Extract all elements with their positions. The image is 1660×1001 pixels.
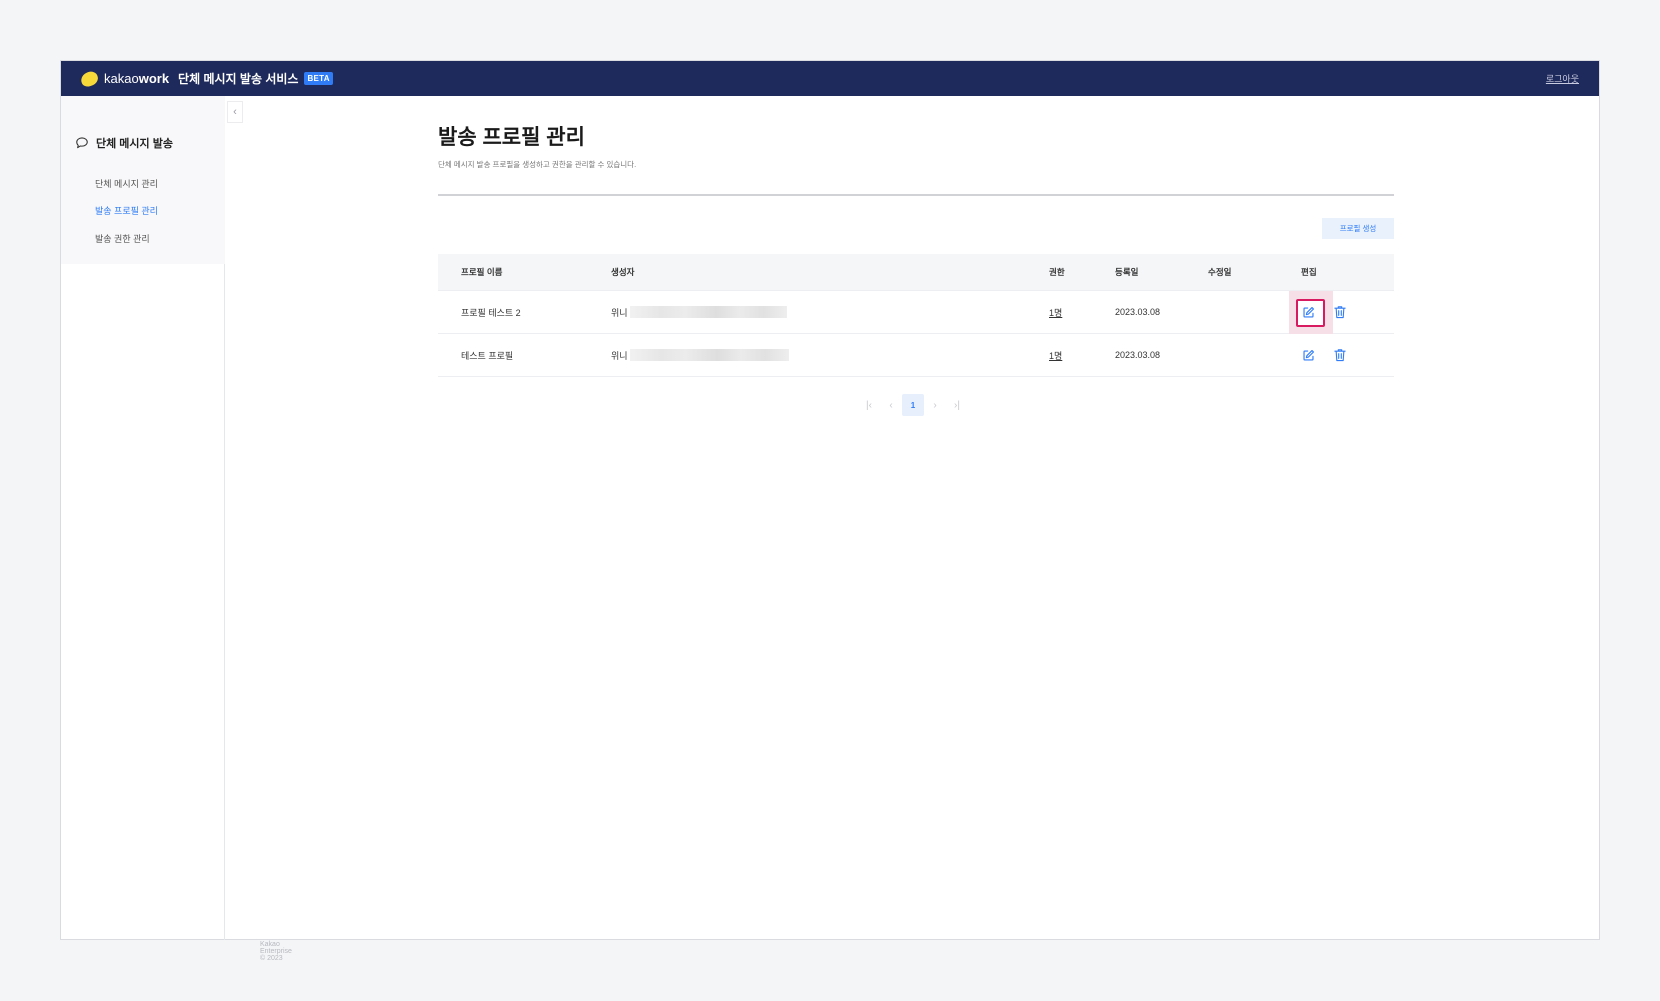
kakaowork-logo-icon (79, 69, 100, 88)
sidebar-item-permission-manage[interactable]: 발송 권한 관리 (95, 232, 150, 245)
first-page-button[interactable]: |‹ (858, 394, 880, 416)
row-permission-link[interactable]: 1명 (1049, 349, 1062, 362)
header-edit: 편집 (1301, 267, 1317, 277)
sidebar-collapse-button[interactable]: ‹ (227, 101, 243, 123)
footer-copyright: Kakao Enterprise © 2023 (260, 941, 292, 962)
chat-bubble-icon (76, 137, 88, 149)
redacted-email (629, 349, 789, 361)
edit-button[interactable] (1297, 301, 1319, 323)
row-creator: 위니 (611, 306, 787, 319)
top-bar: kakaowork 단체 메시지 발송 서비스 BETA 로그아웃 (61, 61, 1599, 96)
page-title: 발송 프로필 관리 (438, 126, 585, 149)
header-profile-name: 프로필 이름 (461, 267, 503, 277)
trash-icon (1334, 306, 1346, 319)
sidebar-group-bulk-message[interactable]: 단체 메시지 발송 (75, 135, 173, 151)
row-creator: 위니 (611, 349, 789, 362)
table-row: 프로필 테스트 2 위니 1명 2023.03.08 (438, 291, 1394, 334)
service-title: 단체 메시지 발송 서비스 (178, 72, 299, 86)
header-modified-date: 수정일 (1208, 267, 1232, 277)
row-profile-name: 프로필 테스트 2 (461, 307, 521, 318)
header-permission: 권한 (1049, 267, 1065, 277)
creator-name: 위니 (611, 350, 628, 361)
row-registered-date: 2023.03.08 (1115, 350, 1161, 360)
table-header: 프로필 이름 생성자 권한 등록일 수정일 편집 (438, 254, 1394, 291)
creator-name: 위니 (611, 307, 628, 318)
logout-link[interactable]: 로그아웃 (1546, 72, 1579, 85)
row-registered-date: 2023.03.08 (1115, 307, 1161, 317)
last-page-button[interactable]: ›| (946, 394, 968, 416)
table-row: 테스트 프로필 위니 1명 2023.03.08 (438, 334, 1394, 377)
delete-button[interactable] (1329, 301, 1351, 323)
create-profile-button[interactable]: 프로필 생성 (1322, 218, 1394, 239)
next-page-button[interactable]: › (924, 394, 946, 416)
sidebar-item-message-manage[interactable]: 단체 메시지 관리 (95, 177, 158, 190)
sidebar-item-profile-manage[interactable]: 발송 프로필 관리 (95, 204, 158, 217)
edit-button[interactable] (1297, 344, 1319, 366)
sidebar: 단체 메시지 발송 단체 메시지 관리 발송 프로필 관리 발송 권한 관리 K… (61, 96, 292, 962)
page-description: 단체 메시지 발송 프로필을 생성하고 권한을 관리할 수 있습니다. (438, 160, 637, 169)
title-divider (438, 194, 1394, 196)
header-registered-date: 등록일 (1115, 267, 1139, 277)
sidebar-menu: 단체 메시지 발송 단체 메시지 관리 발송 프로필 관리 발송 권한 관리 (61, 96, 225, 264)
prev-page-button[interactable]: ‹ (880, 394, 902, 416)
profile-table: 프로필 이름 생성자 권한 등록일 수정일 편집 프로필 테스트 2 위니 1명… (438, 254, 1394, 377)
app-window: kakaowork 단체 메시지 발송 서비스 BETA 로그아웃 단체 메시지… (60, 60, 1600, 962)
edit-icon (1302, 306, 1314, 318)
edit-icon (1302, 349, 1314, 361)
header-creator: 생성자 (611, 267, 635, 277)
pagination: |‹ ‹ 1 › ›| (858, 394, 968, 416)
page-number-1[interactable]: 1 (902, 394, 924, 416)
logo-text: kakaowork (104, 71, 170, 86)
trash-icon (1334, 349, 1346, 362)
sidebar-group-label: 단체 메시지 발송 (96, 138, 173, 150)
redacted-email (629, 306, 787, 318)
kakaowork-logo[interactable]: kakaowork (79, 69, 170, 88)
beta-badge: BETA (304, 72, 333, 85)
chevron-left-icon: ‹ (233, 106, 237, 118)
row-profile-name: 테스트 프로필 (461, 350, 514, 361)
delete-button[interactable] (1329, 344, 1351, 366)
row-permission-link[interactable]: 1명 (1049, 306, 1062, 319)
